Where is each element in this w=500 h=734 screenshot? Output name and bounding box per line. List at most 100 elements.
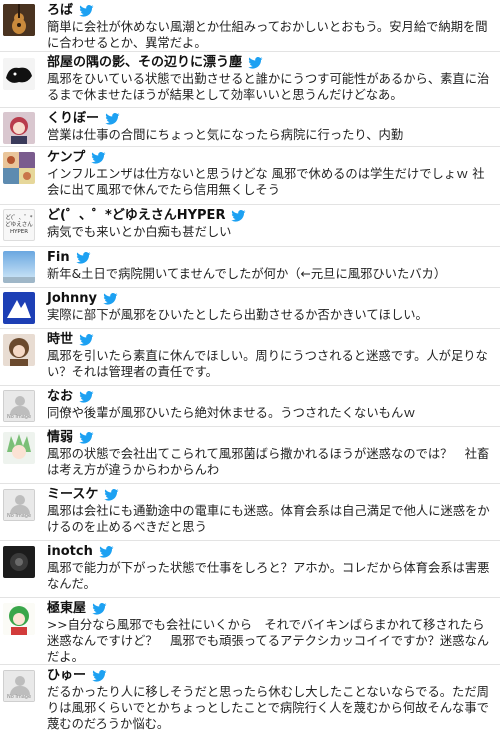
user-name[interactable]: なお bbox=[47, 389, 73, 405]
no-image-placeholder-icon: No Image bbox=[3, 670, 35, 702]
no-image-label: No Image bbox=[6, 694, 32, 700]
user-name[interactable]: 情弱 bbox=[47, 430, 73, 446]
guitar-avatar-icon bbox=[3, 4, 35, 36]
user-name-row: 部屋の隅の影、その辺りに漂う塵 bbox=[47, 55, 496, 71]
collage-avatar-icon bbox=[3, 152, 35, 184]
avatar[interactable] bbox=[3, 432, 35, 464]
tweet-text: インフルエンザは仕方ないと思うけどな 風邪で休めるのは学生だけでしょｗ 社会に出… bbox=[47, 167, 485, 197]
user-name[interactable]: ひゅー bbox=[47, 668, 86, 684]
user-name-row: Johnny bbox=[47, 291, 496, 307]
tweet-text: 風邪をひいている状態で出勤させると誰かにうつす可能性があるから、素直に治るまで休… bbox=[47, 72, 490, 102]
sky-avatar-icon bbox=[3, 251, 35, 283]
avatar[interactable] bbox=[3, 251, 35, 283]
avatar-text: ど(゜、゜*どゆえさんHYPER bbox=[5, 215, 33, 235]
user-name-row: ど(゜、゜*どゆえさんHYPER bbox=[47, 208, 496, 224]
tweet-text: 病気でも来いとか白痴も甚だしい bbox=[47, 225, 232, 239]
twitter-bird-icon[interactable] bbox=[99, 546, 114, 558]
tweet-item: ど(゜、゜*どゆえさんHYPER ど(゜、゜*どゆえさんHYPER 病気でも来い… bbox=[0, 205, 500, 247]
avatar[interactable] bbox=[3, 152, 35, 184]
avatar[interactable] bbox=[3, 292, 35, 324]
user-name[interactable]: inotch bbox=[47, 544, 93, 560]
user-name-row: くりぼー bbox=[47, 111, 496, 127]
avatar[interactable]: ど(゜、゜*どゆえさんHYPER bbox=[3, 209, 35, 241]
tweet-item: No Image ミースケ 風邪は会社にも通勤途中の電車にも迷惑。体育会系は自己… bbox=[0, 484, 500, 541]
user-name-row: 情弱 bbox=[47, 430, 496, 446]
user-name[interactable]: Fin bbox=[47, 250, 70, 266]
anime-avatar-3-icon bbox=[3, 432, 35, 464]
tweet-text: 風邪で能力が下がった状態で仕事をしろと？アホか。コレだから体育会系は害悪なんだ。 bbox=[47, 561, 490, 591]
tweet-item: 情弱 風邪の状態で会社出てこられて風邪菌ばら撒かれるほうが迷惑なのでは？ 社畜は… bbox=[0, 427, 500, 484]
twitter-bird-icon[interactable] bbox=[91, 152, 106, 164]
no-image-label: No Image bbox=[6, 513, 32, 519]
user-name-row: なお bbox=[47, 389, 496, 405]
tweet-text: >>自分なら風邪でも会社にいくから それでバイキンばらまかれて移されたら迷惑なん… bbox=[47, 618, 490, 664]
tweet-text: 風邪を引いたら素直に休んでほしい。周りにうつされると迷惑です。人が足りない？それ… bbox=[47, 349, 488, 379]
tweet-item: くりぼー 営業は仕事の合間にちょっと気になったら病院に行ったり、内勤 bbox=[0, 108, 500, 147]
user-name-row: ろば bbox=[47, 3, 496, 19]
twitter-bird-icon[interactable] bbox=[92, 603, 107, 615]
user-name-row: Fin bbox=[47, 250, 496, 266]
user-name-row: ケンプ bbox=[47, 150, 496, 166]
tweet-text: だるかったり人に移しそうだと思ったら休むし大したことないならでる。ただ周りは風邪… bbox=[47, 685, 489, 731]
tweet-text: 営業は仕事の合間にちょっと気になったら病院に行ったり、内勤 bbox=[47, 128, 404, 142]
no-image-placeholder-icon: No Image bbox=[3, 489, 35, 521]
user-name-row: inotch bbox=[47, 544, 496, 560]
avatar[interactable] bbox=[3, 334, 35, 366]
twitter-bird-icon[interactable] bbox=[231, 210, 246, 222]
user-name-row: 時世 bbox=[47, 332, 496, 348]
user-name[interactable]: ミースケ bbox=[47, 487, 98, 503]
tweet-text: 新年&土日で病院開いてませんでしたが何か（←元旦に風邪ひいたバカ） bbox=[47, 267, 447, 281]
avatar[interactable] bbox=[3, 603, 35, 635]
twitter-bird-icon[interactable] bbox=[79, 391, 94, 403]
blue-avatar-icon bbox=[3, 292, 35, 324]
avatar[interactable] bbox=[3, 4, 35, 36]
avatar[interactable]: No Image bbox=[3, 670, 35, 702]
twitter-bird-icon[interactable] bbox=[104, 489, 119, 501]
tweet-item: No Image なお 同僚や後輩が風邪ひいたら絶対休ませる。うつされたくないも… bbox=[0, 386, 500, 427]
user-name[interactable]: ど(゜、゜*どゆえさんHYPER bbox=[47, 208, 225, 224]
tweet-text: 簡単に会社が休めない風潮とか仕組みっておかしいとおもう。安月給で納期を間に合わせ… bbox=[47, 20, 488, 50]
green-anime-avatar-icon bbox=[3, 603, 35, 635]
sketch-avatar-icon bbox=[3, 58, 35, 90]
no-image-label: No Image bbox=[6, 414, 32, 420]
user-name[interactable]: ろば bbox=[47, 3, 73, 19]
tweet-item: inotch 風邪で能力が下がった状態で仕事をしろと？アホか。コレだから体育会系… bbox=[0, 541, 500, 598]
avatar[interactable] bbox=[3, 112, 35, 144]
tweet-item: Fin 新年&土日で病院開いてませんでしたが何か（←元旦に風邪ひいたバカ） bbox=[0, 247, 500, 288]
twitter-bird-icon[interactable] bbox=[75, 252, 91, 264]
twitter-bird-icon[interactable] bbox=[79, 432, 94, 444]
user-name[interactable]: くりぼー bbox=[47, 111, 99, 127]
user-name[interactable]: Johnny bbox=[47, 291, 97, 307]
tweet-item: 極東屋 >>自分なら風邪でも会社にいくから それでバイキンばらまかれて移されたら… bbox=[0, 598, 500, 665]
dark-avatar-icon bbox=[3, 546, 35, 578]
no-image-placeholder-icon: No Image bbox=[3, 390, 35, 422]
tweet-item: ろば 簡単に会社が休めない風潮とか仕組みっておかしいとおもう。安月給で納期を間に… bbox=[0, 0, 500, 52]
twitter-bird-icon[interactable] bbox=[79, 5, 94, 17]
avatar[interactable]: No Image bbox=[3, 489, 35, 521]
avatar[interactable]: No Image bbox=[3, 390, 35, 422]
user-name[interactable]: 部屋の隅の影、その辺りに漂う塵 bbox=[47, 55, 242, 71]
tweet-feed: ろば 簡単に会社が休めない風潮とか仕組みっておかしいとおもう。安月給で納期を間に… bbox=[0, 0, 500, 734]
tweet-item: 部屋の隅の影、その辺りに漂う塵 風邪をひいている状態で出勤させると誰かにうつす可… bbox=[0, 52, 500, 108]
user-name-row: ミースケ bbox=[47, 487, 496, 503]
tweet-text: 実際に部下が風邪をひいたとしたら出勤させるか否かきいてほしい。 bbox=[47, 308, 428, 322]
avatar[interactable] bbox=[3, 58, 35, 90]
tweet-text: 風邪の状態で会社出てこられて風邪菌ばら撒かれるほうが迷惑なのでは？ 社畜は考え方… bbox=[47, 447, 490, 477]
twitter-bird-icon[interactable] bbox=[248, 57, 263, 69]
user-name[interactable]: 時世 bbox=[47, 332, 73, 348]
avatar[interactable] bbox=[3, 546, 35, 578]
user-name[interactable]: ケンプ bbox=[47, 150, 85, 166]
anime-avatar-2-icon bbox=[3, 334, 35, 366]
tweet-item: ケンプ インフルエンザは仕方ないと思うけどな 風邪で休めるのは学生だけでしょｗ … bbox=[0, 147, 500, 205]
user-name-row: 極東屋 bbox=[47, 601, 496, 617]
twitter-bird-icon[interactable] bbox=[105, 113, 120, 125]
anime-avatar-icon bbox=[3, 112, 35, 144]
twitter-bird-icon[interactable] bbox=[92, 670, 107, 682]
tweet-item: No Image ひゅー だるかったり人に移しそうだと思ったら休むし大したことな… bbox=[0, 665, 500, 734]
twitter-bird-icon[interactable] bbox=[103, 293, 118, 305]
tweet-item: Johnny 実際に部下が風邪をひいたとしたら出勤させるか否かきいてほしい。 bbox=[0, 288, 500, 329]
twitter-bird-icon[interactable] bbox=[79, 334, 94, 346]
tweet-text: 風邪は会社にも通勤途中の電車にも迷惑。体育会系は自己満足で他人に迷惑をかけるのを… bbox=[47, 504, 490, 534]
user-name[interactable]: 極東屋 bbox=[47, 601, 86, 617]
tweet-item: 時世 風邪を引いたら素直に休んでほしい。周りにうつされると迷惑です。人が足りない… bbox=[0, 329, 500, 386]
